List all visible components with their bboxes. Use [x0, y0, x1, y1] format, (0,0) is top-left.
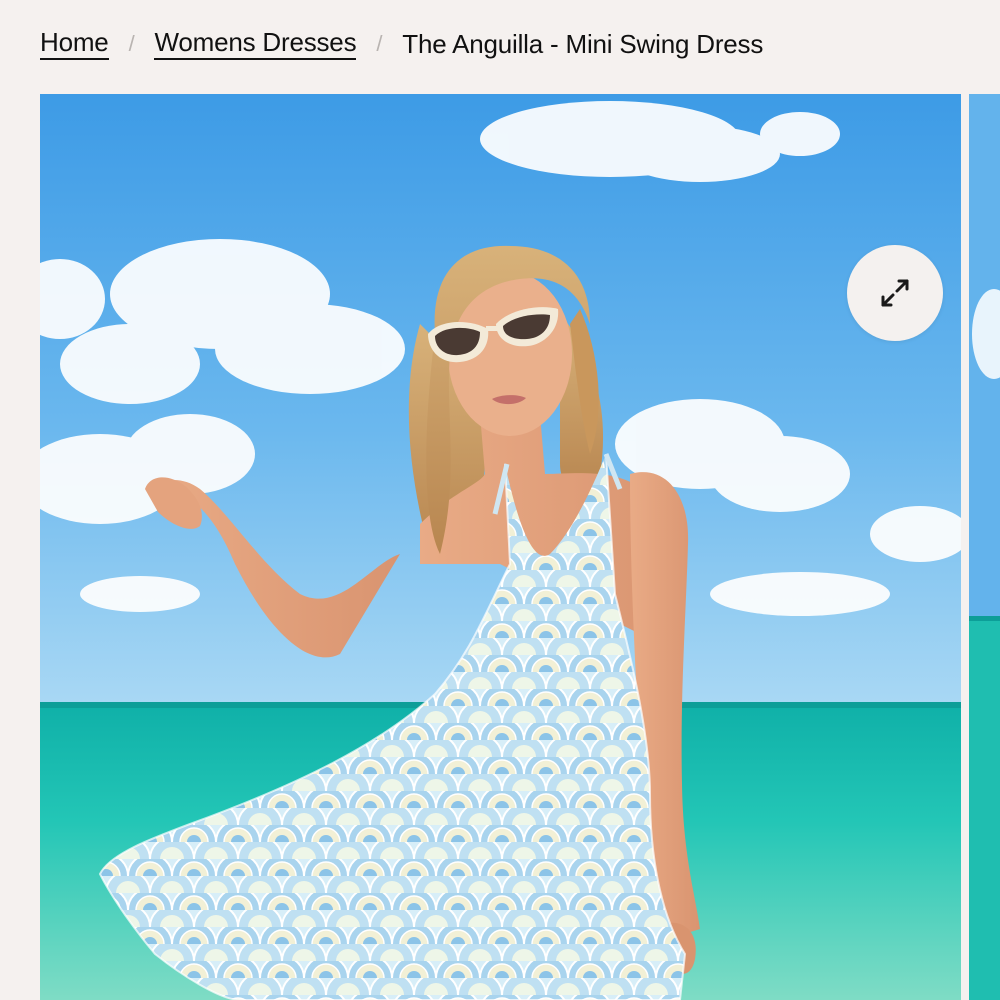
expand-arrows-icon	[881, 279, 909, 307]
zoom-button[interactable]	[847, 245, 943, 341]
breadcrumb: Home / Womens Dresses / The Anguilla - M…	[40, 22, 763, 66]
next-product-photo[interactable]	[969, 94, 1000, 1000]
product-photo[interactable]	[40, 94, 961, 1000]
breadcrumb-current-page: The Anguilla - Mini Swing Dress	[402, 28, 764, 59]
breadcrumb-home-link[interactable]: Home	[40, 28, 109, 61]
next-product-image-peek[interactable]	[969, 94, 1000, 1000]
breadcrumb-separator: /	[376, 31, 383, 56]
breadcrumb-womens-dresses-link[interactable]: Womens Dresses	[154, 28, 357, 61]
product-image-gallery[interactable]	[40, 94, 961, 1000]
breadcrumb-separator: /	[128, 31, 135, 56]
